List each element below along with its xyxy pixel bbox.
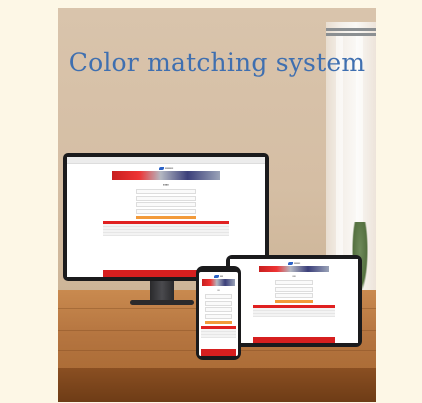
site-table bbox=[253, 305, 335, 317]
site-button bbox=[204, 320, 233, 324]
site-title: ▪▪ bbox=[217, 288, 220, 292]
site-banner bbox=[201, 279, 236, 286]
tablet-screen: ▪▪▪▪▪▪ ▪▪▪ bbox=[230, 259, 358, 343]
monitor-base bbox=[130, 300, 194, 305]
site-banner bbox=[111, 171, 221, 180]
monitor-stand bbox=[150, 281, 174, 301]
site-footer bbox=[253, 337, 335, 343]
site-form bbox=[136, 189, 196, 219]
site-title: ▪▪▪ bbox=[292, 274, 296, 278]
tablet: ▪▪▪▪▪▪ ▪▪▪ bbox=[226, 255, 362, 347]
site-header: ▪▪▪ bbox=[199, 272, 238, 278]
logo-icon bbox=[158, 166, 164, 170]
site-footer bbox=[200, 349, 237, 356]
phone: ▪▪▪ ▪▪ bbox=[196, 266, 241, 360]
site-form bbox=[204, 294, 233, 324]
site-button bbox=[136, 215, 196, 219]
site-preview-mobile: ▪▪▪ ▪▪ bbox=[199, 272, 238, 356]
site-preview-tablet: ▪▪▪▪▪▪ ▪▪▪ bbox=[230, 259, 358, 343]
product-scene: Color matching system ▪▪▪▪▪▪▪▪ ▪▪▪▪ ▪▪▪▪… bbox=[58, 8, 376, 402]
site-form bbox=[274, 280, 314, 303]
phone-screen: ▪▪▪ ▪▪ bbox=[199, 272, 238, 356]
site-header: ▪▪▪▪▪▪ bbox=[230, 259, 358, 265]
site-title: ▪▪▪▪ bbox=[163, 182, 169, 187]
logo-icon bbox=[287, 261, 293, 265]
site-table bbox=[102, 220, 230, 236]
browser-bar bbox=[67, 157, 265, 164]
site-table bbox=[200, 325, 237, 338]
logo-icon bbox=[213, 274, 219, 278]
site-header: ▪▪▪▪▪▪▪▪ bbox=[67, 164, 265, 170]
site-button bbox=[274, 300, 314, 303]
site-banner bbox=[258, 266, 330, 272]
headline: Color matching system bbox=[68, 48, 366, 77]
